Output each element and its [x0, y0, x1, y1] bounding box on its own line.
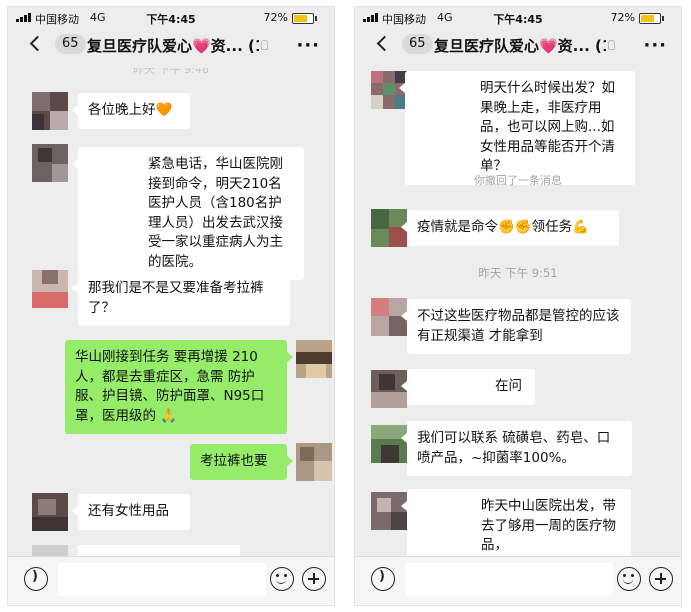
mute-icon [261, 40, 268, 50]
message-text: 紧急电话，华山医院刚接到命令，明天210名医护人员（含180名护理人员）出发去武… [148, 156, 283, 270]
message-text: 不过这些医疗物品都是管控的应该有正规渠道 才能拿到 [417, 308, 620, 344]
message-input[interactable] [405, 563, 613, 596]
voice-input-icon[interactable] [24, 567, 48, 591]
message-text: 考拉裤也要 [200, 453, 268, 469]
status-bar: 中国移动 4G 下午4:45 72% [8, 7, 334, 27]
avatar[interactable] [371, 492, 407, 530]
message-bubble[interactable]: 紧急电话，华山医院刚接到命令，明天210名医护人员（含180名护理人员）出发去武… [72, 147, 304, 280]
recall-notice: 你撤回了一条消息 [474, 174, 562, 187]
message-text: 那我们是不是又要准备考拉裤了？ [88, 280, 264, 316]
message-bubble[interactable]: 还有女性用品 [72, 494, 190, 530]
chat-screen-left: 中国移动 4G 下午4:45 72% 65 复旦医疗队爱心💗资... (14) … [7, 6, 335, 606]
chat-title: 复旦医疗队爱心💗资... (14) [87, 35, 259, 56]
avatar[interactable] [296, 443, 332, 481]
group-name: 复旦医疗队爱心💗资... [87, 37, 243, 55]
avatar[interactable] [32, 92, 68, 130]
message-text: 昨天中山医院出发，带去了够用一周的医疗物品， [481, 498, 616, 553]
fist-emoji-icon: ✊✊ [498, 219, 532, 235]
back-icon[interactable] [29, 35, 46, 52]
message-bubble[interactable]: 疫情就是命令✊✊领任务💪 [401, 210, 619, 246]
avatar[interactable] [32, 270, 68, 308]
add-icon[interactable] [302, 567, 326, 591]
message-bubble[interactable]: 昨天中山医院出发，带去了够用一周的医疗物品， [401, 489, 631, 564]
message-bubble[interactable]: 在问 [401, 369, 535, 405]
member-count: (14) [248, 37, 259, 55]
chat-header: 65 复旦医疗队爱心💗资... (14) ··· [355, 29, 681, 59]
message-text: 疫情就是命令 [417, 219, 498, 235]
input-bar [8, 556, 334, 605]
unread-count-badge[interactable]: 65 [55, 34, 86, 54]
pray-emoji-icon: 🙏 [160, 407, 178, 424]
status-bar: 中国移动 4G 下午4:45 72% [355, 7, 681, 27]
more-options-icon[interactable]: ··· [296, 35, 320, 56]
battery-icon [292, 13, 317, 24]
avatar[interactable] [296, 340, 332, 378]
message-input[interactable] [58, 563, 266, 596]
battery-percentage: 72% [263, 11, 288, 24]
message-bubble[interactable]: 不过这些医疗物品都是管控的应该有正规渠道 才能拿到 [401, 299, 631, 354]
input-bar [355, 556, 681, 605]
emoji-icon[interactable] [270, 567, 294, 591]
avatar[interactable] [371, 425, 407, 463]
message-bubble[interactable]: 明天什么时候出发？如果晚上走，非医疗用品，也可以网上购...如女性用品等能否开个… [399, 71, 635, 185]
message-bubble[interactable]: 华山刚接到任务 要再增援 210人，都是去重症区，急需 防护服、护目镜、防护面罩… [65, 340, 293, 434]
battery-icon [639, 13, 664, 24]
message-bubble[interactable]: 考拉裤也要 [190, 444, 293, 480]
member-count: (14) [595, 37, 606, 55]
message-bubble[interactable]: 我们可以联系 硫磺皂、药皂、口喷产品，~抑菌率100%。 [401, 421, 632, 476]
message-text: 我们可以联系 硫磺皂、药皂、口喷产品，~抑菌率100%。 [417, 430, 611, 466]
add-icon[interactable] [649, 567, 673, 591]
timestamp: 昨天 下午 9:46 [133, 63, 209, 76]
message-text: 各位晚上好 [88, 102, 156, 118]
message-text: 明天什么时候出发？如果晚上走，非医疗用品，也可以网上购...如女性用品等能否开个… [480, 80, 615, 174]
flexed-arm-emoji-icon: 💪 [572, 219, 589, 235]
timestamp: 昨天 下午 9:51 [478, 266, 558, 280]
back-icon[interactable] [376, 35, 393, 52]
mute-icon [608, 40, 615, 50]
chat-header: 65 复旦医疗队爱心💗资... (14) ··· [8, 29, 334, 59]
message-text: 领任务 [531, 219, 573, 235]
emoji-icon[interactable] [617, 567, 641, 591]
chat-title: 复旦医疗队爱心💗资... (14) [434, 35, 606, 56]
battery-percentage: 72% [610, 11, 635, 24]
avatar[interactable] [32, 144, 68, 182]
message-text: 在问 [495, 378, 522, 394]
message-bubble[interactable]: 各位晚上好🧡 [72, 93, 190, 129]
unread-count-badge[interactable]: 65 [402, 34, 433, 54]
group-name: 复旦医疗队爱心💗资... [434, 37, 590, 55]
more-options-icon[interactable]: ··· [643, 35, 667, 56]
avatar[interactable] [32, 493, 68, 531]
voice-input-icon[interactable] [371, 567, 395, 591]
message-bubble[interactable]: 那我们是不是又要准备考拉裤了？ [72, 271, 290, 326]
message-text: 还有女性用品 [88, 503, 169, 519]
heart-emoji-icon: 🧡 [155, 102, 173, 118]
chat-screen-right: 中国移动 4G 下午4:45 72% 65 复旦医疗队爱心💗资... (14) … [354, 6, 682, 606]
